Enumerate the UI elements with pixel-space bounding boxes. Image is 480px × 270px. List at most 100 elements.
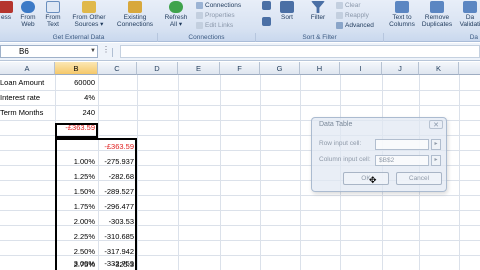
edit-links-label: Edit Links — [205, 22, 234, 29]
existing-connections-label: Existing Connections — [116, 14, 154, 28]
column-header-h[interactable]: H — [300, 62, 340, 75]
cell-c6[interactable]: -£363.59 — [98, 139, 137, 154]
edit-links-button[interactable]: Edit Links — [196, 22, 233, 29]
column-header-b[interactable]: B — [55, 62, 98, 75]
column-header-k[interactable]: K — [419, 62, 459, 75]
filter-icon — [311, 1, 325, 13]
from-access-button[interactable]: ess — [0, 1, 16, 33]
row-input-field[interactable] — [375, 139, 429, 150]
column-header-i[interactable]: I — [340, 62, 382, 75]
payment-cell[interactable]: -317.942 — [98, 244, 137, 259]
from-access-label: ess — [0, 14, 12, 21]
group-get-external-data: Get External Data — [0, 33, 158, 42]
group-data-tools: Da — [469, 34, 478, 41]
globe-icon — [21, 1, 35, 13]
refresh-all-button[interactable]: Refresh All ▾ — [161, 1, 191, 33]
payment-cell[interactable]: -289.527 — [98, 184, 137, 199]
rate-cell[interactable]: 2.50% — [55, 244, 98, 259]
rate-cell[interactable]: 1.75% — [55, 199, 98, 214]
rate-cell[interactable]: 1.50% — [55, 184, 98, 199]
payment-cell[interactable]: -303.53 — [98, 214, 137, 229]
formula-input[interactable] — [120, 45, 480, 58]
from-text-button[interactable]: From Text — [42, 1, 64, 33]
column-header-d[interactable]: D — [137, 62, 178, 75]
column-header-e[interactable]: E — [178, 62, 220, 75]
ribbon: ess From Web From Text From Other Source… — [0, 0, 480, 42]
collapse-dialog-icon[interactable]: ▸ — [431, 139, 441, 150]
column-input-field[interactable]: $B$2 — [375, 155, 429, 166]
column-header-a[interactable]: A — [0, 62, 55, 75]
rate-cell[interactable]: 1.00% — [55, 154, 98, 169]
database-icon — [82, 1, 96, 13]
filter-label: Filter — [310, 14, 326, 21]
row-input-label: Row input cell: — [319, 140, 362, 147]
sort-za-icon — [261, 17, 271, 26]
column-input-label: Column input cell: — [319, 156, 371, 163]
formula-bar: B6 ▼ ⋮ — [0, 43, 480, 61]
text-to-columns-button[interactable]: Text to Columns — [388, 1, 416, 33]
existing-connections-button[interactable]: Existing Connections — [113, 1, 157, 33]
column-header-c[interactable]: C — [98, 62, 137, 75]
group-sort-filter: Sort & Filter — [256, 33, 384, 42]
rate-cell[interactable]: 2.00% — [55, 214, 98, 229]
payment-cell[interactable]: -332.759 — [98, 258, 137, 270]
cell-a2[interactable]: Interest rate — [0, 90, 55, 105]
properties-label: Properties — [205, 12, 235, 19]
data-table-dialog[interactable]: Data Table ✕ Row input cell: ▸ Column in… — [311, 117, 447, 192]
from-web-label: From Web — [20, 14, 36, 28]
cell-b2[interactable]: 4% — [55, 90, 98, 105]
column-header-j[interactable]: J — [382, 62, 419, 75]
from-text-label: From Text — [45, 14, 61, 28]
cell-a1[interactable]: Loan Amount — [0, 75, 55, 90]
text-to-columns-icon — [395, 1, 409, 13]
clear-label: Clear — [345, 2, 361, 9]
rate-cell[interactable]: 1.25% — [55, 169, 98, 184]
refresh-all-label: Refresh All ▾ — [164, 14, 188, 28]
cancel-button[interactable]: Cancel — [396, 172, 442, 185]
clear-button[interactable]: Clear — [336, 2, 361, 9]
from-web-button[interactable]: From Web — [17, 1, 39, 33]
sort-button[interactable]: Sort — [275, 1, 299, 33]
connections-small-button[interactable]: Connections — [196, 2, 241, 9]
column-header-f[interactable]: F — [220, 62, 260, 75]
connections-small-label: Connections — [205, 2, 242, 9]
refresh-icon — [169, 1, 183, 13]
advanced-button[interactable]: Advanced — [336, 22, 374, 29]
rate-cell[interactable]: 3.00% — [55, 258, 98, 270]
data-validation-label: Da Validati — [459, 14, 480, 28]
payment-cell[interactable]: -282.68 — [98, 169, 137, 184]
chevron-down-icon[interactable]: ▼ — [90, 48, 96, 54]
column-header-g[interactable]: G — [260, 62, 300, 75]
remove-duplicates-button[interactable]: Remove Duplicates — [418, 1, 456, 33]
cell-a3[interactable]: Term Months — [0, 105, 55, 120]
dialog-title: Data Table — [319, 121, 353, 128]
properties-icon — [196, 12, 203, 19]
clear-icon — [336, 2, 343, 9]
cell-b3[interactable]: 240 — [55, 105, 98, 120]
rate-cell[interactable]: 2.25% — [55, 229, 98, 244]
group-connections: Connections — [158, 33, 256, 42]
payment-cell[interactable]: -296.477 — [98, 199, 137, 214]
data-validation-icon — [463, 1, 477, 13]
payment-cell[interactable]: -275.937 — [98, 154, 137, 169]
text-to-columns-label: Text to Columns — [389, 14, 415, 28]
filter-button[interactable]: Filter — [306, 1, 330, 33]
properties-button[interactable]: Properties — [196, 12, 235, 19]
column-header-l[interactable] — [459, 62, 480, 75]
sort-icon — [280, 1, 294, 13]
active-cell-b6[interactable] — [55, 123, 98, 138]
remove-duplicates-icon — [430, 1, 444, 13]
reapply-icon — [336, 12, 343, 19]
cell-b1[interactable]: 60000 — [55, 75, 98, 90]
ok-button[interactable]: OK — [343, 172, 389, 185]
payment-cell[interactable]: -310.685 — [98, 229, 137, 244]
name-box[interactable]: B6 — [0, 45, 98, 58]
data-validation-button[interactable]: Da Validati — [458, 1, 480, 33]
from-other-sources-button[interactable]: From Other Sources ▾ — [67, 1, 111, 33]
reapply-label: Reapply — [345, 12, 369, 19]
close-icon[interactable]: ✕ — [429, 120, 443, 129]
collapse-dialog-icon[interactable]: ▸ — [431, 155, 441, 166]
reapply-button[interactable]: Reapply — [336, 12, 369, 19]
from-other-sources-label: From Other Sources ▾ — [72, 14, 106, 28]
mouse-pointer-icon: ✥ — [369, 175, 377, 185]
